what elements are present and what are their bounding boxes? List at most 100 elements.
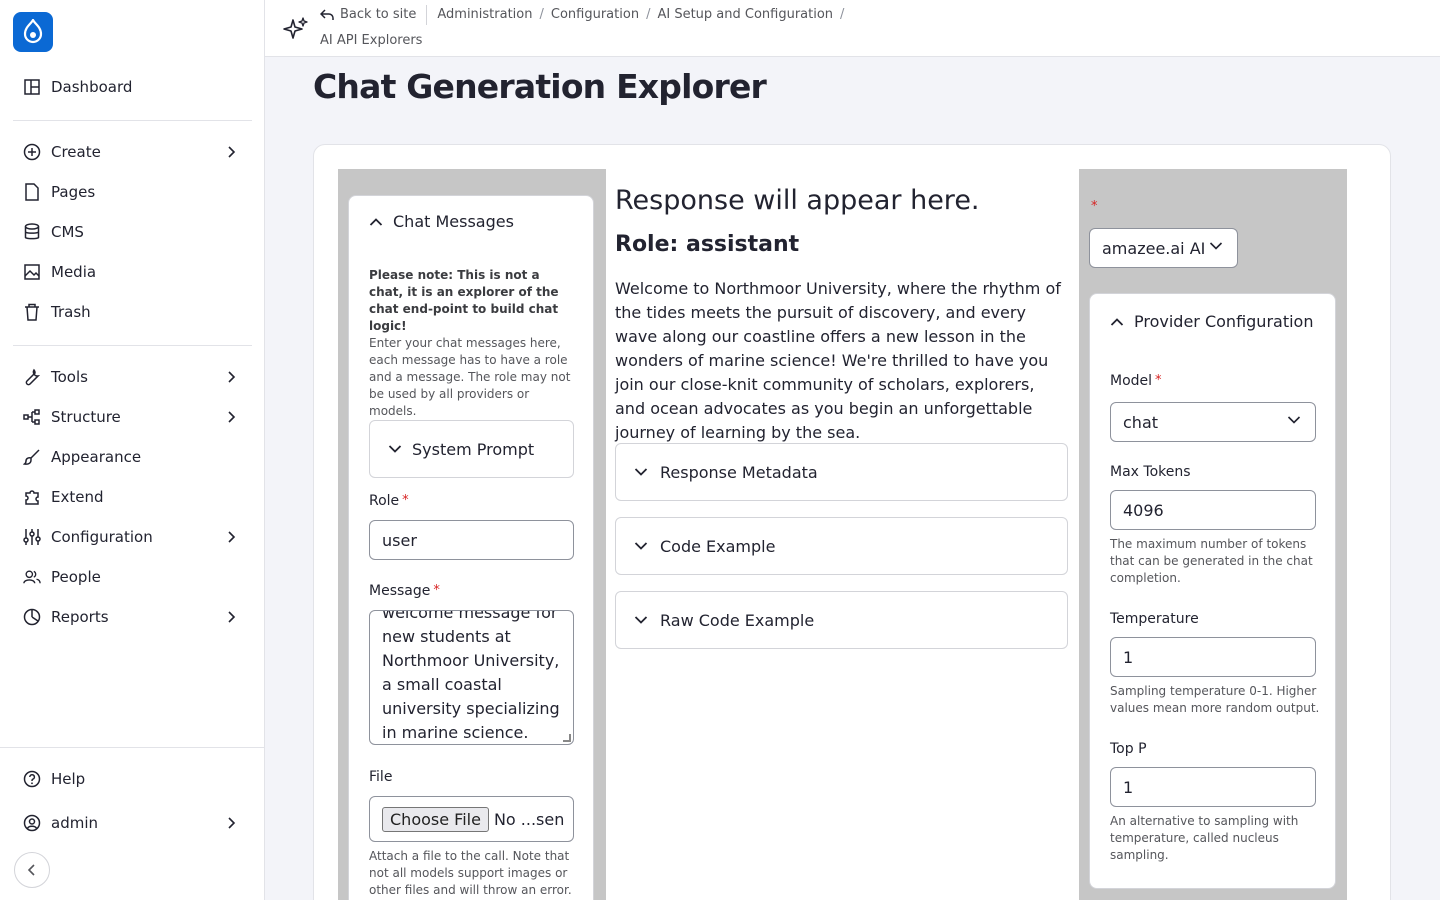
temperature-input[interactable]: 1 bbox=[1110, 637, 1316, 677]
chevron-right-icon bbox=[228, 371, 236, 383]
breadcrumb-separator: / bbox=[646, 7, 651, 22]
plus-circle-icon bbox=[23, 143, 41, 161]
sidebar-item-label: Trash bbox=[51, 303, 91, 321]
sidebar-item-user[interactable]: admin bbox=[13, 805, 252, 841]
breadcrumb-configuration[interactable]: Configuration bbox=[551, 5, 639, 25]
system-prompt-toggle[interactable]: System Prompt bbox=[369, 420, 574, 478]
chat-messages-legend: Chat Messages bbox=[393, 212, 514, 231]
file-help: Attach a file to the call. Note that not… bbox=[369, 849, 572, 897]
temperature-label: Temperature bbox=[1110, 611, 1199, 627]
role-label: Role * bbox=[369, 493, 409, 509]
chevron-right-icon bbox=[228, 531, 236, 543]
provider-column: * amazee.ai AI Provider Configuration Mo… bbox=[1079, 169, 1347, 900]
sidebar-item-cms[interactable]: CMS bbox=[13, 214, 252, 250]
breadcrumb-separator: / bbox=[840, 7, 845, 22]
role-input[interactable]: user bbox=[369, 520, 574, 560]
sidebar-item-label: Reports bbox=[51, 608, 109, 626]
image-icon bbox=[23, 263, 41, 281]
sidebar-item-trash[interactable]: Trash bbox=[13, 294, 252, 330]
sidebar-item-appearance[interactable]: Appearance bbox=[13, 439, 252, 475]
sidebar-item-tools[interactable]: Tools bbox=[13, 359, 252, 395]
system-prompt-label: System Prompt bbox=[412, 439, 535, 459]
breadcrumb-administration[interactable]: Administration bbox=[437, 5, 532, 25]
temperature-help: Sampling temperature 0-1. Higher values … bbox=[1110, 684, 1320, 715]
wrench-icon bbox=[23, 368, 41, 386]
top-p-value: 1 bbox=[1123, 777, 1134, 797]
sidebar-item-media[interactable]: Media bbox=[13, 254, 252, 290]
model-label: Model * bbox=[1110, 373, 1162, 389]
drupal-logo-icon[interactable] bbox=[13, 12, 53, 52]
chevron-down-icon bbox=[388, 445, 402, 453]
top-p-input[interactable]: 1 bbox=[1110, 767, 1316, 807]
response-metadata-label: Response Metadata bbox=[660, 462, 818, 482]
sidebar-item-label: Configuration bbox=[51, 528, 153, 546]
provider-selected-value: amazee.ai AI bbox=[1102, 238, 1206, 258]
file-input[interactable]: Choose File No ...sen bbox=[369, 796, 574, 842]
help-label: Help bbox=[51, 770, 86, 788]
top-p-help: An alternative to sampling with temperat… bbox=[1110, 814, 1299, 862]
divider bbox=[0, 747, 265, 748]
sidebar-item-help[interactable]: Help bbox=[13, 761, 252, 797]
divider bbox=[13, 345, 252, 346]
chevron-up-icon bbox=[1110, 317, 1124, 326]
provider-configuration-fieldset: Provider Configuration Model * chat Max T… bbox=[1089, 293, 1336, 889]
collapse-sidebar-button[interactable] bbox=[14, 852, 50, 888]
provider-select[interactable]: amazee.ai AI bbox=[1089, 228, 1238, 268]
sidebar-item-label: Appearance bbox=[51, 448, 142, 466]
raw-code-example-label: Raw Code Example bbox=[660, 610, 815, 630]
chevron-up-icon bbox=[369, 217, 383, 226]
sidebar-item-label: Media bbox=[51, 263, 97, 281]
sidebar-item-dashboard[interactable]: Dashboard bbox=[13, 69, 252, 105]
top-p-label: Top P bbox=[1110, 741, 1147, 757]
top-bar: Back to site Administration / Configurat… bbox=[265, 0, 1440, 57]
database-icon bbox=[23, 223, 41, 241]
breadcrumb-ai-setup[interactable]: AI Setup and Configuration bbox=[657, 5, 833, 25]
message-label: Message * bbox=[369, 583, 440, 599]
chart-icon bbox=[23, 608, 41, 626]
model-select[interactable]: chat bbox=[1110, 402, 1316, 442]
breadcrumb-separator: / bbox=[539, 7, 544, 22]
sliders-icon bbox=[23, 528, 41, 546]
people-icon bbox=[23, 568, 41, 586]
sidebar-item-label: CMS bbox=[51, 223, 84, 241]
trash-icon bbox=[23, 303, 41, 321]
divider bbox=[13, 120, 252, 121]
resize-handle[interactable] bbox=[563, 734, 571, 742]
sparkle-icon bbox=[283, 17, 308, 39]
sidebar-item-label: Pages bbox=[51, 183, 96, 201]
sidebar-item-create[interactable]: Create bbox=[13, 134, 252, 170]
response-metadata-toggle[interactable]: Response Metadata bbox=[615, 443, 1068, 501]
sidebar-item-extend[interactable]: Extend bbox=[13, 479, 252, 515]
sidebar-item-configuration[interactable]: Configuration bbox=[13, 519, 252, 555]
chevron-down-icon bbox=[634, 616, 648, 624]
provider-configuration-legend: Provider Configuration bbox=[1134, 312, 1314, 331]
max-tokens-input[interactable]: 4096 bbox=[1110, 490, 1316, 530]
sidebar-item-pages[interactable]: Pages bbox=[13, 174, 252, 210]
response-column: Response will appear here. Role: assista… bbox=[615, 185, 1069, 445]
page-icon bbox=[23, 183, 41, 201]
provider-configuration-toggle[interactable]: Provider Configuration bbox=[1110, 312, 1313, 331]
message-textarea[interactable]: welcome message for new students at Nort… bbox=[369, 610, 574, 745]
chat-messages-fieldset: Chat Messages Please note: This is not a… bbox=[348, 195, 594, 900]
sidebar: Dashboard Create Pages CMS Media Trash T… bbox=[0, 0, 265, 900]
dashboard-icon bbox=[23, 78, 41, 96]
user-icon bbox=[23, 814, 41, 832]
code-example-toggle[interactable]: Code Example bbox=[615, 517, 1068, 575]
breadcrumb: Back to site Administration / Configurat… bbox=[320, 5, 880, 51]
sidebar-item-reports[interactable]: Reports bbox=[13, 599, 252, 635]
main-content: Chat Generation Explorer Chat Messages P… bbox=[265, 57, 1440, 900]
raw-code-example-toggle[interactable]: Raw Code Example bbox=[615, 591, 1068, 649]
sidebar-item-structure[interactable]: Structure bbox=[13, 399, 252, 435]
choose-file-button[interactable]: Choose File bbox=[382, 806, 489, 832]
chevron-down-icon bbox=[1287, 416, 1301, 424]
breadcrumb-ai-api-explorers[interactable]: AI API Explorers bbox=[320, 31, 422, 51]
chevron-right-icon bbox=[228, 817, 236, 829]
chevron-down-icon bbox=[634, 542, 648, 550]
response-role: Role: assistant bbox=[615, 232, 800, 257]
back-to-site-link[interactable]: Back to site bbox=[320, 5, 416, 25]
model-value: chat bbox=[1123, 412, 1159, 432]
sidebar-item-people[interactable]: People bbox=[13, 559, 252, 595]
max-tokens-help: The maximum number of tokens that can be… bbox=[1110, 537, 1313, 585]
temperature-value: 1 bbox=[1123, 647, 1134, 667]
chat-messages-toggle[interactable]: Chat Messages bbox=[369, 212, 514, 231]
